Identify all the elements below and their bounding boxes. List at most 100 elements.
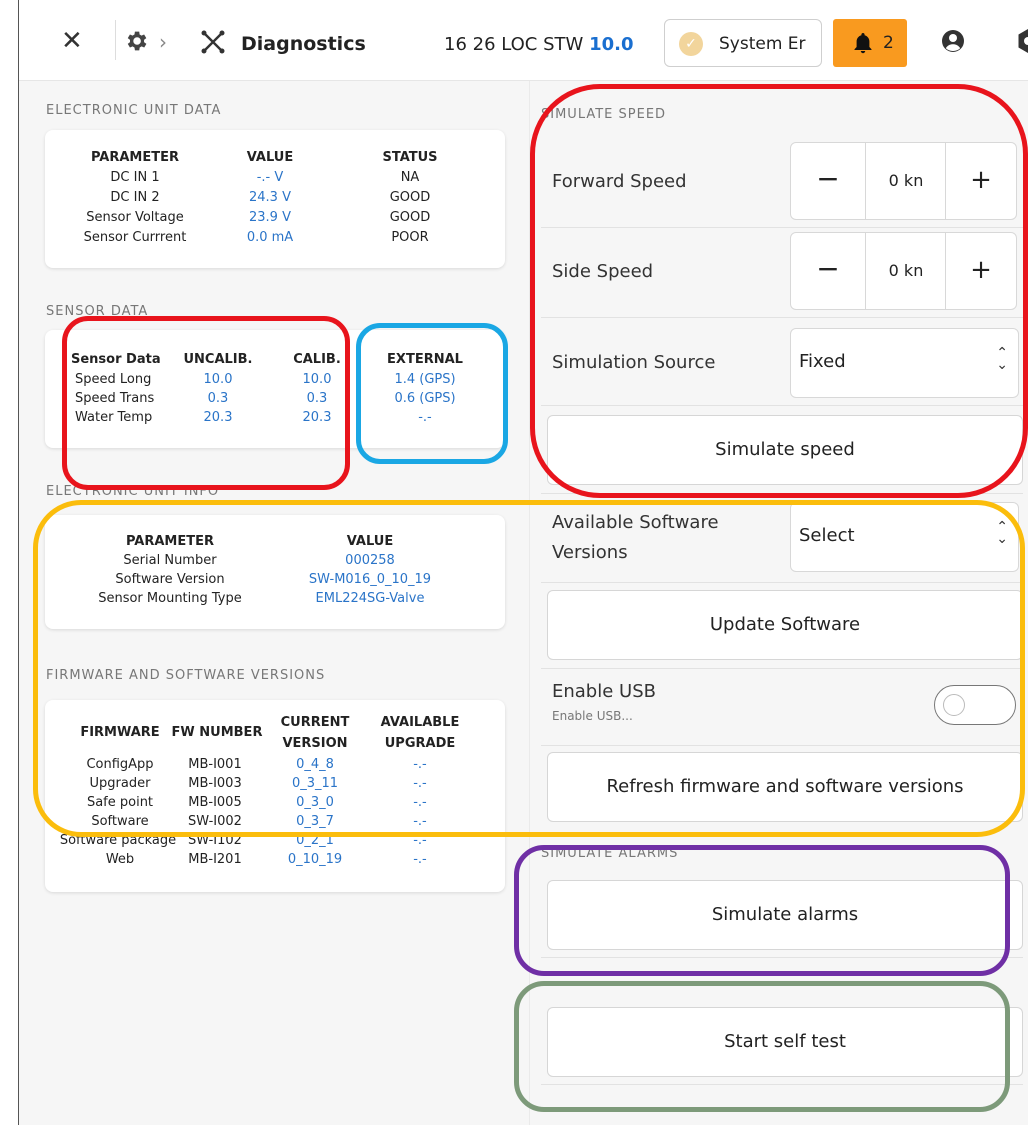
- table-cell-current: 0_10_19: [287, 852, 343, 867]
- col-header-uncalib: UNCALIB.: [183, 352, 253, 367]
- alarm-count: 2: [883, 33, 894, 53]
- available-software-label-line2: Versions: [552, 542, 628, 563]
- forward-speed-increment-button[interactable]: +: [945, 143, 1016, 219]
- close-icon[interactable]: ✕: [61, 28, 83, 54]
- forward-speed-label: Forward Speed: [552, 171, 687, 192]
- bell-icon: [853, 32, 873, 58]
- table-cell-firmware: Software package: [59, 833, 177, 848]
- start-self-test-button[interactable]: Start self test: [547, 1007, 1023, 1077]
- col-header-version: VERSION: [282, 736, 348, 751]
- col-header-parameter: PARAMETER: [125, 534, 215, 549]
- table-cell-fw-number: SW-I002: [188, 814, 242, 829]
- update-software-button[interactable]: Update Software: [547, 590, 1023, 660]
- divider: [541, 745, 1023, 746]
- table-cell-calib: 10.0: [302, 372, 332, 387]
- table-cell-upgrade: -.-: [413, 814, 427, 829]
- table-cell-current: 0_2_1: [296, 833, 334, 848]
- col-header-current: CURRENT: [280, 715, 350, 730]
- forward-speed-decrement-button[interactable]: −: [791, 143, 866, 219]
- sensor-data-card: Sensor Data UNCALIB. CALIB. EXTERNAL Spe…: [45, 330, 505, 448]
- table-cell-fw-number: SW-I102: [188, 833, 242, 848]
- section-title-firmware: FIRMWARE AND SOFTWARE VERSIONS: [46, 668, 326, 683]
- divider: [541, 317, 1023, 318]
- col-header-sensor-data: Sensor Data: [71, 352, 161, 367]
- table-cell-uncalib: 0.3: [207, 391, 229, 406]
- table-cell-sensor-name: Speed Trans: [75, 391, 155, 406]
- loc-prefix: 16 26 LOC STW: [444, 34, 584, 55]
- section-title-electronic-unit-info: ELECTRONIC UNIT INFO: [46, 484, 220, 499]
- table-cell-status: POOR: [391, 230, 429, 245]
- side-speed-increment-button[interactable]: +: [945, 233, 1016, 309]
- table-cell-param: DC IN 1: [110, 170, 160, 185]
- table-cell-status: GOOD: [389, 210, 431, 225]
- forward-speed-stepper: − 0 kn +: [790, 142, 1017, 220]
- system-status-button[interactable]: ✓ System Er: [664, 19, 822, 67]
- table-cell-param: Sensor Voltage: [86, 210, 184, 225]
- simulate-alarms-button[interactable]: Simulate alarms: [547, 880, 1023, 950]
- table-cell-value: -.- V: [256, 170, 284, 185]
- table-cell-status: NA: [400, 170, 420, 185]
- check-icon: ✓: [679, 32, 703, 56]
- col-header-value: VALUE: [246, 150, 294, 165]
- table-cell-value: SW-M016_0_10_19: [308, 572, 432, 587]
- simulation-source-value: Fixed: [799, 351, 846, 372]
- table-cell-calib: 0.3: [306, 391, 328, 406]
- enable-usb-toggle[interactable]: [934, 685, 1016, 725]
- divider: [541, 405, 1023, 406]
- gear-icon[interactable]: [123, 28, 149, 58]
- electronic-unit-info-card: PARAMETER VALUE Serial Number 000258 Sof…: [45, 515, 505, 629]
- table-cell-upgrade: -.-: [413, 795, 427, 810]
- table-cell-upgrade: -.-: [413, 776, 427, 791]
- section-title-sensor-data: SENSOR DATA: [46, 304, 149, 319]
- toggle-knob: [943, 694, 965, 716]
- side-speed-decrement-button[interactable]: −: [791, 233, 866, 309]
- table-cell-value: 000258: [345, 553, 395, 568]
- alarm-button[interactable]: 2: [833, 19, 907, 67]
- side-speed-label: Side Speed: [552, 261, 654, 282]
- simulation-source-label: Simulation Source: [552, 352, 716, 373]
- table-cell-sensor-name: Water Temp: [75, 410, 153, 425]
- chevron-right-icon: ›: [159, 30, 167, 54]
- table-cell-param: Serial Number: [123, 553, 217, 568]
- simulate-speed-button[interactable]: Simulate speed: [547, 415, 1023, 485]
- table-cell-param: Sensor Mounting Type: [98, 591, 242, 606]
- diagnostics-icon: [199, 30, 227, 58]
- settings-icon[interactable]: [1017, 28, 1028, 58]
- table-cell-value: 24.3 V: [249, 190, 291, 205]
- electronic-unit-data-card: PARAMETER VALUE STATUS DC IN 1 -.- V NA …: [45, 130, 505, 268]
- divider: [115, 20, 116, 60]
- col-header-upgrade: UPGRADE: [384, 736, 456, 751]
- stw-value: 10.0: [589, 34, 634, 55]
- software-version-value: Select: [799, 525, 855, 546]
- section-title-simulate-alarms: SIMULATE ALARMS: [541, 846, 679, 861]
- table-cell-param: Sensor Currrent: [83, 230, 187, 245]
- table-cell-value: EML224SG-Valve: [315, 591, 425, 606]
- table-cell-firmware: ConfigApp: [86, 757, 154, 772]
- table-cell-external: -.-: [418, 410, 432, 425]
- table-cell-uncalib: 20.3: [203, 410, 233, 425]
- table-cell-current: 0_4_8: [296, 757, 334, 772]
- refresh-versions-button[interactable]: Refresh firmware and software versions: [547, 752, 1023, 822]
- col-header-fw-number: FW NUMBER: [171, 725, 263, 740]
- table-cell-fw-number: MB-I003: [188, 776, 242, 791]
- software-version-select[interactable]: Select ⌃ ⌄: [790, 502, 1019, 572]
- simulation-source-select[interactable]: Fixed ⌃ ⌄: [790, 328, 1019, 398]
- side-speed-value[interactable]: 0 kn: [866, 233, 946, 309]
- system-status-label: System Er: [719, 34, 806, 54]
- table-cell-status: GOOD: [389, 190, 431, 205]
- divider: [541, 1084, 1023, 1085]
- table-cell-current: 0_3_7: [296, 814, 334, 829]
- table-cell-upgrade: -.-: [413, 833, 427, 848]
- table-cell-firmware: Web: [105, 852, 135, 867]
- section-title-simulate-speed: SIMULATE SPEED: [541, 107, 667, 122]
- col-header-value: VALUE: [346, 534, 394, 549]
- table-cell-current: 0_3_0: [296, 795, 334, 810]
- user-icon[interactable]: [941, 29, 965, 57]
- table-cell-external: 1.4 (GPS): [394, 372, 456, 387]
- forward-speed-value[interactable]: 0 kn: [866, 143, 946, 219]
- loc-stw-readout: 16 26 LOC STW 10.0: [444, 34, 633, 55]
- enable-usb-sublabel: Enable USB...: [552, 709, 633, 723]
- enable-usb-label: Enable USB: [552, 681, 656, 702]
- table-cell-sensor-name: Speed Long: [75, 372, 152, 387]
- col-header-calib: CALIB.: [293, 352, 341, 367]
